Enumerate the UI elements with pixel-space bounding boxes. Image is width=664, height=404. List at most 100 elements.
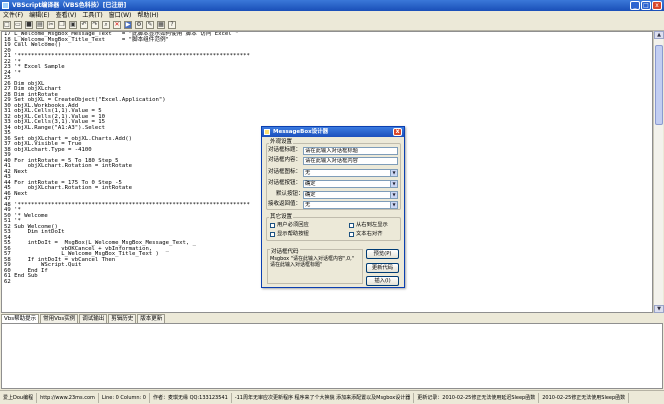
undo-icon[interactable]: ↶ — [80, 21, 88, 29]
other-settings-title: 其它设置 — [269, 214, 294, 220]
paste-icon[interactable]: ▣ — [69, 21, 77, 29]
code-preview-text[interactable]: Msgbox "请在此输入对话框内容",0," 请在此输入对话框标题" — [270, 256, 354, 268]
update-code-button[interactable]: 更新代码 — [366, 263, 399, 273]
other-settings-group — [266, 217, 401, 241]
maximize-button[interactable]: □ — [641, 1, 651, 10]
code-preview-title: 对话框代码 — [270, 249, 300, 255]
menu-help[interactable]: 帮助(H) — [137, 11, 158, 20]
scroll-thumb[interactable] — [655, 45, 663, 125]
chevron-down-icon[interactable]: ▼ — [390, 181, 397, 187]
menu-window[interactable]: 窗口(W) — [109, 11, 132, 20]
status-url[interactable]: http://www.23ms.com — [37, 392, 99, 403]
help-button-checkbox[interactable]: 显示帮助按钮 — [270, 231, 309, 237]
checkbox-box[interactable] — [270, 222, 275, 228]
code-preview-box: 对话框代码 Msgbox "请在此输入对话框内容",0," 请在此输入对话框标题… — [267, 249, 363, 284]
run-icon[interactable]: ▶ — [124, 21, 132, 29]
code-line[interactable]: 21 '************************************… — [4, 53, 250, 60]
tab-version-update[interactable]: 版本更新 — [137, 314, 166, 323]
copy-icon[interactable]: ❐ — [58, 21, 66, 29]
insert-button[interactable]: 插入(I) — [366, 276, 399, 286]
scroll-up-icon[interactable]: ▲ — [654, 31, 664, 39]
default-button-label: 默认按钮： — [276, 191, 304, 197]
window-icon[interactable]: ▦ — [157, 21, 165, 29]
checkbox-box[interactable] — [270, 231, 275, 237]
toolbar: □ ▭ ■ ▤ ✂ ❐ ▣ ↶ ↷ ⌕ ✕ ▶ ⚙ ✎ ▦? — [0, 20, 664, 31]
default-button-select-value: 确定 — [305, 192, 316, 198]
dialog-title: MessageBox设计器 — [273, 129, 329, 135]
messagebox-designer-dialog: MessageBox设计器 x 外观设置 对话框标题： 请在此输入对话框标题 对… — [261, 126, 405, 288]
icon-select[interactable]: 无 ▼ — [303, 169, 398, 177]
title-input[interactable]: 请在此输入对话框标题 — [303, 147, 398, 155]
title-bar: VBScript编译器（VBS色科技）[已注册] _ □ x — [0, 0, 664, 11]
require-response-label: 用户必须回应 — [277, 222, 309, 228]
menu-view[interactable]: 查看(V) — [56, 11, 77, 20]
code-line[interactable]: 48 '************************************… — [4, 202, 250, 209]
chevron-down-icon[interactable]: ▼ — [390, 192, 397, 198]
default-button-select[interactable]: 确定 ▼ — [303, 191, 398, 199]
dialog-close-icon[interactable]: x — [393, 128, 402, 136]
status-author: 作者：麦琪无缘 QQ:133123541 — [150, 392, 232, 403]
tab-clip-history[interactable]: 剪辑历史 — [108, 314, 137, 323]
icon-label: 对话框图标： — [268, 169, 302, 175]
dialog-icon — [264, 129, 270, 135]
print-icon[interactable]: ▤ — [36, 21, 44, 29]
checkbox-box[interactable] — [349, 222, 354, 228]
editor-scrollbar[interactable]: ▲ ▼ — [653, 31, 664, 313]
tab-debug-output[interactable]: 调试输出 — [79, 314, 108, 323]
scroll-down-icon[interactable]: ▼ — [654, 305, 664, 313]
right-align-label: 文本右对齐 — [356, 231, 383, 237]
window-controls: _ □ x — [630, 1, 662, 10]
appearance-group-title: 外观设置 — [269, 139, 294, 145]
dialog-title-bar: MessageBox设计器 x — [262, 127, 404, 137]
window-title: VBScript编译器（VBS色科技）[已注册] — [12, 2, 127, 9]
button-select[interactable]: 确定 ▼ — [303, 180, 398, 188]
button-select-value: 确定 — [305, 181, 316, 187]
open-icon[interactable]: ▭ — [14, 21, 22, 29]
code-lines: 17 L_Welcome_MsgBox_Message_Text = "此脚本显… — [4, 32, 250, 285]
tab-vbs-help[interactable]: Vbs帮助提示 — [1, 314, 40, 323]
chevron-down-icon[interactable]: ▼ — [390, 170, 397, 176]
content-input[interactable]: 请在此输入对话框内容 — [303, 157, 398, 165]
bottom-tabs: Vbs帮助提示 常用Vbs实例 调试输出 剪辑历史 版本更新 — [1, 314, 663, 323]
return-value-select[interactable]: 无 ▼ — [303, 201, 398, 209]
vbscript-editor-window: VBScript编译器（VBS色科技）[已注册] _ □ x 文件(F) 编辑(… — [0, 0, 664, 404]
new-file-icon[interactable]: □ — [3, 21, 11, 29]
content-label: 对话框内容： — [268, 157, 302, 163]
status-news: -11周年无审应次更新程序 程序来了个大换貌 添加来添配置以及Msgbox设计器 — [232, 392, 415, 403]
output-panel[interactable] — [1, 323, 663, 389]
stop-icon[interactable]: ✕ — [113, 21, 121, 29]
title-label: 对话框标题： — [268, 147, 302, 153]
preview-button[interactable]: 预览(P) — [366, 249, 399, 259]
status-changelog: 更新记录：2010-02-25修正无法使用延迟Sleep函数 — [414, 392, 540, 403]
menu-bar: 文件(F) 编辑(E) 查看(V) 工具(T) 窗口(W) 帮助(H) — [0, 11, 664, 20]
help-icon[interactable]: ? — [168, 21, 176, 29]
close-button[interactable]: x — [652, 1, 662, 10]
cut-icon[interactable]: ✂ — [47, 21, 55, 29]
right-align-checkbox[interactable]: 文本右对齐 — [349, 231, 383, 237]
find-icon[interactable]: ⌕ — [102, 21, 110, 29]
menu-tools[interactable]: 工具(T) — [82, 11, 102, 20]
status-changelog-2: 2010-02-25修正无法使用Sleep函数 — [539, 392, 630, 403]
save-icon[interactable]: ■ — [25, 21, 33, 29]
button-label: 对话框按钮： — [268, 180, 302, 186]
minimize-button[interactable]: _ — [630, 1, 640, 10]
debug-icon[interactable]: ⚙ — [135, 21, 143, 29]
status-cursor-position: Line: 0 Column: 0 — [99, 392, 150, 403]
tab-vbs-examples[interactable]: 常用Vbs实例 — [40, 314, 79, 323]
help-button-label: 显示帮助按钮 — [277, 231, 309, 237]
chevron-down-icon[interactable]: ▼ — [390, 202, 397, 208]
require-response-checkbox[interactable]: 用户必须回应 — [270, 222, 309, 228]
rtl-label: 从右到左显示 — [356, 222, 388, 228]
app-icon — [2, 2, 9, 9]
tools-icon[interactable]: ✎ — [146, 21, 154, 29]
status-bar: 爱上Dou编程 http://www.23ms.com Line: 0 Colu… — [0, 390, 664, 404]
menu-edit[interactable]: 编辑(E) — [29, 11, 49, 20]
return-value-label: 接收返回值： — [268, 201, 302, 207]
return-value-select-value: 无 — [305, 202, 311, 208]
checkbox-box[interactable] — [349, 231, 354, 237]
menu-file[interactable]: 文件(F) — [3, 11, 23, 20]
code-line[interactable]: 62 — [4, 279, 250, 286]
redo-icon[interactable]: ↷ — [91, 21, 99, 29]
icon-select-value: 无 — [305, 170, 311, 176]
rtl-checkbox[interactable]: 从右到左显示 — [349, 222, 388, 228]
